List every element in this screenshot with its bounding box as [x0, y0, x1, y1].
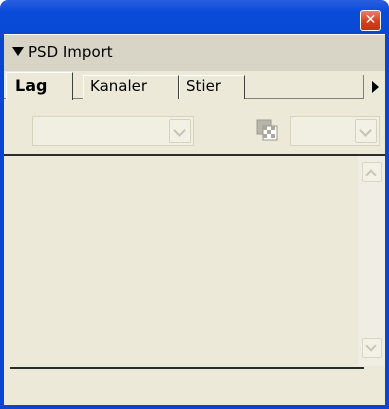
scroll-up-button[interactable] — [362, 162, 382, 182]
chevron-down-icon — [365, 340, 377, 352]
panel-footer — [4, 369, 385, 405]
panel-body: PSD Import Lag Kanaler Stier — [4, 34, 385, 405]
layer-list[interactable] — [4, 156, 358, 366]
chevron-down-icon — [173, 124, 186, 137]
opacity-dropdown[interactable] — [290, 116, 380, 146]
panel-header[interactable]: PSD Import — [4, 34, 385, 71]
tab-stier[interactable]: Stier — [179, 75, 245, 99]
close-icon: ✕ — [364, 12, 377, 28]
vertical-scrollbar[interactable] — [358, 156, 385, 366]
opacity-dropdown-button[interactable] — [355, 119, 377, 143]
layer-dropdown[interactable] — [32, 116, 194, 146]
tab-label: Kanaler — [90, 77, 148, 95]
chevron-down-icon — [359, 124, 372, 137]
tab-label: Lag — [15, 76, 48, 95]
tab-bar: Lag Kanaler Stier — [4, 71, 385, 100]
panel-title: PSD Import — [28, 43, 113, 61]
tab-label: Stier — [186, 77, 221, 95]
triangle-right-icon — [372, 81, 379, 93]
triangle-down-icon[interactable] — [12, 47, 24, 56]
title-bar[interactable]: ✕ — [0, 0, 389, 34]
blend-mode-icon — [256, 119, 278, 141]
tab-scroll-right-button[interactable] — [363, 75, 385, 99]
scroll-down-button[interactable] — [362, 338, 382, 358]
layer-dropdown-button[interactable] — [169, 119, 191, 143]
chevron-up-icon — [365, 169, 377, 181]
palette-window: ✕ PSD Import Lag Kanaler Stier — [0, 0, 389, 409]
layer-toolbar — [4, 100, 385, 154]
tab-kanaler[interactable]: Kanaler — [83, 75, 179, 99]
tab-lag[interactable]: Lag — [6, 72, 73, 100]
close-button[interactable]: ✕ — [360, 10, 381, 31]
